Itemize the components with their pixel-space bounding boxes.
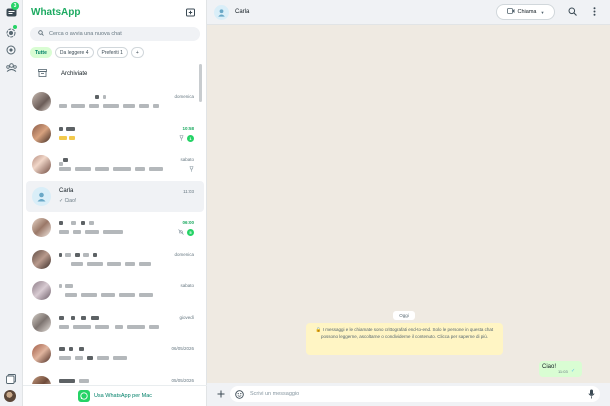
status-dot xyxy=(13,25,17,29)
get-mac-app-link[interactable]: Usa WhatsApp per Mac xyxy=(23,385,207,406)
muted-icon xyxy=(178,229,184,237)
app-title: WhatsApp xyxy=(31,7,81,18)
chat-time: 10:58 xyxy=(182,125,194,131)
unread-badge: 3 xyxy=(11,2,19,10)
chat-last-message: ✓ Ciao! xyxy=(59,197,77,204)
call-label: Chiama xyxy=(517,9,537,15)
filter-all[interactable]: Tutte xyxy=(30,47,52,58)
chat-avatar xyxy=(32,281,51,300)
chat-avatar xyxy=(32,155,51,174)
mic-icon[interactable] xyxy=(588,389,595,401)
message-placeholder: Scrivi un messaggio xyxy=(250,391,300,397)
conversation-pane: Carla Chiama ▼ Oggi 🔒 I messaggi e le ch… xyxy=(207,0,610,406)
chat-avatar xyxy=(32,123,51,143)
chat-name: Carla xyxy=(59,187,74,194)
filter-chips: Tutte Da leggere 4 Preferiti 1 + xyxy=(30,47,144,58)
get-mac-app-label: Usa WhatsApp per Mac xyxy=(93,393,153,399)
filter-unread[interactable]: Da leggere 4 xyxy=(54,47,94,58)
chat-row[interactable]: domenica xyxy=(23,86,207,118)
chat-time: domenica xyxy=(174,251,194,257)
whatsapp-window: 3 WhatsApp Cerca o avvia una nuova chat xyxy=(0,0,610,406)
new-chat-icon[interactable] xyxy=(186,8,195,19)
archive-icon xyxy=(23,69,61,79)
default-avatar-icon xyxy=(32,186,51,206)
filter-add[interactable]: + xyxy=(130,47,144,58)
pin-icon xyxy=(179,134,184,143)
message-text: Ciao! xyxy=(542,364,557,370)
search-placeholder: Cerca o avvia una nuova chat xyxy=(49,31,122,37)
message-time: 11:03 xyxy=(558,369,568,374)
chat-row[interactable]: giovedì xyxy=(23,307,207,339)
chat-time: sabato xyxy=(180,283,194,288)
search-input[interactable]: Cerca o avvia una nuova chat xyxy=(30,27,200,41)
chat-avatar xyxy=(32,249,51,269)
unread-count: 5 xyxy=(187,229,194,236)
channels-icon[interactable] xyxy=(4,43,18,57)
sticker-icon[interactable] xyxy=(235,390,244,401)
archived-row[interactable]: Archiviate xyxy=(23,64,207,84)
compose-bar: Scrivi un messaggio xyxy=(207,383,610,406)
profile-avatar[interactable] xyxy=(4,390,16,402)
communities-icon[interactable] xyxy=(4,60,18,74)
chat-list-panel: WhatsApp Cerca o avvia una nuova chat Tu… xyxy=(23,0,212,406)
archived-label: Archiviate xyxy=(61,71,88,77)
chat-row[interactable]: domenica xyxy=(23,244,207,276)
message-bubble-outgoing[interactable]: Ciao! 11:03 ✓ xyxy=(539,361,582,377)
chat-row[interactable]: 05/05/2026 xyxy=(23,370,207,384)
chat-row[interactable]: sabato xyxy=(23,149,207,181)
chat-row[interactable]: sabato xyxy=(23,275,207,307)
unread-count: 1 xyxy=(187,134,194,142)
search-icon xyxy=(38,30,44,38)
pin-icon xyxy=(189,166,194,174)
contact-avatar-icon[interactable] xyxy=(214,5,229,20)
contact-name[interactable]: Carla xyxy=(235,9,249,15)
media-icon[interactable] xyxy=(4,372,18,386)
chat-row[interactable]: 06/05/2026 xyxy=(23,338,207,370)
date-separator: Oggi xyxy=(393,311,415,320)
conversation-header: Carla Chiama ▼ xyxy=(207,0,610,25)
chat-row[interactable]: 06:00 5 xyxy=(23,212,207,244)
chat-avatar xyxy=(32,92,51,111)
menu-icon[interactable] xyxy=(593,7,596,18)
chat-avatar xyxy=(32,312,51,332)
chat-avatar xyxy=(32,375,51,384)
whatsapp-logo-icon xyxy=(77,390,90,402)
call-button[interactable]: Chiama ▼ xyxy=(496,4,555,20)
chat-time: 11:03 xyxy=(183,188,194,194)
chat-list: domenica 10:58 1 sabato Carla ✓ Ciao! 11… xyxy=(23,86,207,384)
chat-time: sabato xyxy=(180,157,194,162)
filter-favorites[interactable]: Preferiti 1 xyxy=(96,47,128,58)
chevron-down-icon: ▼ xyxy=(540,9,545,15)
chat-avatar xyxy=(32,344,51,363)
chat-time: 05/05/2026 xyxy=(171,377,194,383)
plus-icon[interactable] xyxy=(217,390,225,400)
chat-time: 06:00 xyxy=(182,220,194,225)
search-icon[interactable] xyxy=(568,7,577,18)
chat-row-carla[interactable]: Carla ✓ Ciao! 11:03 xyxy=(26,180,204,212)
nav-rail: 3 xyxy=(0,0,23,406)
sent-check-icon: ✓ xyxy=(571,368,576,374)
video-icon xyxy=(506,8,515,16)
chat-avatar xyxy=(32,218,51,237)
chat-time: giovedì xyxy=(179,314,194,320)
chat-time: 06/05/2026 xyxy=(171,346,194,351)
chat-row[interactable]: 10:58 1 xyxy=(23,118,207,150)
chat-time: domenica xyxy=(174,94,194,99)
encryption-notice[interactable]: 🔒 I messaggi e le chiamate sono crittogr… xyxy=(306,323,503,355)
